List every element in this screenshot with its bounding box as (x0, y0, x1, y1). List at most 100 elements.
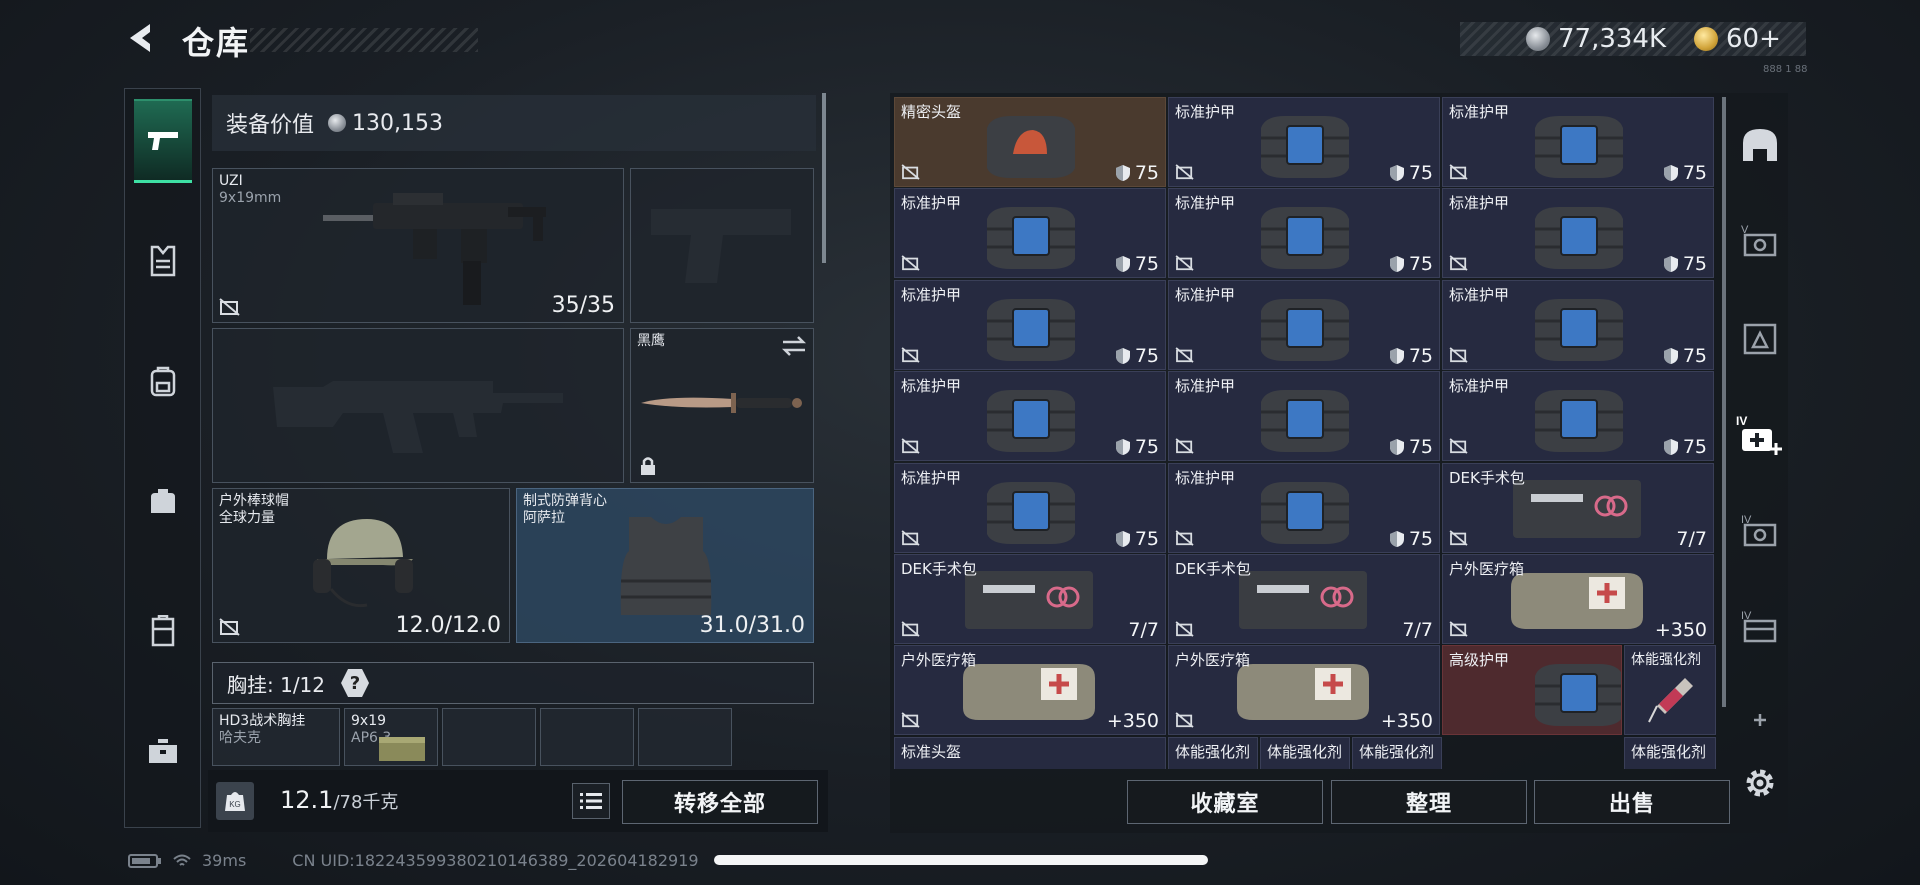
stash-item-value: 75 (1115, 345, 1159, 367)
stash-item[interactable]: 户外医疗箱 +350 (1168, 645, 1440, 736)
chest-rig-slot[interactable]: HD3战术胸挂 哈夫克 (212, 708, 340, 766)
stash-item[interactable]: DEK手术包 7/7 (894, 554, 1166, 644)
nav-toolbox[interactable] (134, 709, 192, 793)
collection-room-button[interactable]: 收藏室 (1127, 780, 1323, 824)
stash-item[interactable]: 标准护甲 75 (1168, 371, 1440, 462)
helmet-category-icon (1743, 129, 1777, 161)
weapon-ammo-count: 35/35 (551, 293, 615, 318)
title-decor (250, 28, 478, 52)
no-insurance-icon (901, 164, 920, 180)
settings-button[interactable] (1736, 759, 1784, 807)
stash-item[interactable]: 体能强化剂 (1624, 736, 1716, 769)
grid-scrollbar[interactable] (1722, 97, 1726, 707)
no-insurance-icon (901, 529, 920, 546)
v-armor-tab[interactable]: V (1736, 217, 1784, 265)
injector-image (1648, 678, 1693, 723)
back-button[interactable] (122, 18, 162, 58)
list-view-button[interactable] (572, 783, 610, 819)
stash-item-name: 标准护甲 (1449, 103, 1510, 121)
sort-button[interactable]: 整理 (1331, 780, 1527, 824)
stash-item[interactable]: 户外医疗箱 +350 (894, 645, 1166, 736)
stash-item[interactable]: 标准护甲 75 (894, 279, 1166, 370)
add-icon (1754, 714, 1766, 726)
home-indicator[interactable] (714, 855, 1208, 865)
stash-item[interactable]: 标准头盔 (894, 736, 1166, 769)
no-insurance-icon (1449, 164, 1468, 180)
chest-rig-name: HD3战术胸挂 (219, 713, 306, 729)
stash-item[interactable]: 标准护甲 75 (1442, 188, 1714, 279)
swap-icon[interactable] (781, 335, 807, 357)
cap-image (313, 519, 413, 608)
nav-case[interactable] (134, 589, 192, 673)
armor-slot[interactable]: 制式防弹背心 阿萨拉 31.0/31.0 (516, 488, 814, 643)
gold-coin-icon (1694, 27, 1718, 51)
stash-item[interactable]: 高级护甲 (1442, 645, 1622, 736)
stash-item[interactable]: 体能强化剂 (1260, 736, 1350, 769)
iv-bag-tab[interactable]: IV (1736, 603, 1784, 651)
nav-backpack[interactable] (134, 339, 192, 423)
stash-item-value: 75 (1115, 436, 1159, 458)
helmet-item-image (987, 116, 1075, 178)
stash-item[interactable]: 标准护甲 75 (1168, 188, 1440, 279)
stash-item-name: 标准头盔 (901, 742, 962, 761)
primary-weapon-slot[interactable]: UZI 9x19mm 35/35 (212, 168, 624, 323)
helmet-slot[interactable]: 户外棒球帽 全球力量 12.0/12.0 (212, 488, 510, 643)
gold-amount: 60+ (1726, 24, 1781, 54)
stash-item-name: 高级护甲 (1449, 651, 1510, 670)
armor-brand: 阿萨拉 (523, 510, 565, 526)
chest-empty-slot[interactable] (638, 708, 732, 766)
stash-item[interactable]: 标准护甲 75 (1442, 97, 1714, 187)
more-tab[interactable] (1736, 705, 1784, 735)
stash-item-injector[interactable]: 体能强化剂 (1624, 645, 1716, 736)
pistol-slot[interactable] (630, 168, 814, 323)
armor-item-image (1535, 298, 1623, 361)
chest-empty-slot[interactable] (540, 708, 634, 766)
shield-icon (1115, 165, 1130, 181)
stash-item[interactable]: 精密头盔 75 (894, 97, 1166, 187)
stash-item[interactable]: 标准护甲 75 (1442, 279, 1714, 370)
armor-level-tab[interactable] (1736, 315, 1784, 363)
weight-current: 12.1 (280, 786, 334, 814)
sell-button[interactable]: 出售 (1534, 780, 1730, 824)
stash-item-name: 标准护甲 (1175, 377, 1236, 396)
nav-bag[interactable] (134, 459, 192, 543)
no-insurance-icon (901, 255, 920, 272)
stash-item[interactable]: DEK手术包 7/7 (1442, 462, 1714, 553)
stash-item[interactable]: 标准护甲 75 (1168, 97, 1440, 187)
stash-item[interactable]: DEK手术包 7/7 (1168, 554, 1440, 644)
secondary-weapon-slot[interactable] (212, 328, 624, 483)
medical-tab[interactable]: IV (1736, 411, 1784, 459)
transfer-all-button[interactable]: 转移全部 (622, 780, 818, 824)
left-scrollbar[interactable] (822, 93, 826, 263)
no-insurance-icon (219, 618, 240, 636)
stash-item-value: 75 (1115, 528, 1159, 550)
stash-item[interactable]: 标准护甲 75 (1442, 371, 1714, 462)
stash-item-value: 75 (1663, 253, 1707, 275)
stash-item[interactable]: 标准护甲 75 (894, 188, 1166, 279)
stash-item[interactable]: 户外医疗箱 +350 (1442, 554, 1714, 644)
stash-item[interactable]: 标准护甲 75 (894, 371, 1166, 462)
helmet-category-tab[interactable] (1736, 121, 1784, 169)
gold-currency[interactable]: 60+ (1694, 22, 1781, 56)
shield-icon (1663, 165, 1678, 181)
stash-item[interactable]: 标准护甲 75 (894, 462, 1166, 553)
stash-item[interactable]: 标准护甲 75 (1168, 462, 1440, 553)
stash-item-name: 标准护甲 (1449, 194, 1510, 213)
shield-icon (1663, 256, 1678, 273)
stash-item[interactable]: 体能强化剂 (1352, 736, 1442, 769)
silver-currency[interactable]: 77,334K (1526, 22, 1666, 56)
nav-vest[interactable] (134, 219, 192, 303)
stash-item-value: 75 (1115, 162, 1159, 184)
ammo-slot[interactable]: 9x19 AP6.3 (344, 708, 438, 766)
surgery-kit-image (965, 571, 1093, 629)
stash-item[interactable]: 标准护甲 75 (1168, 279, 1440, 370)
armor-durability: 31.0/31.0 (699, 613, 805, 638)
melee-slot[interactable]: 黑鹰 (630, 328, 814, 483)
nav-weapons[interactable] (134, 99, 192, 183)
wifi-icon (173, 854, 191, 866)
chest-empty-slot[interactable] (442, 708, 536, 766)
iv-armor-tab[interactable]: IV (1736, 507, 1784, 555)
help-icon[interactable]: ? (341, 669, 370, 697)
stash-item[interactable]: 体能强化剂 (1168, 736, 1258, 769)
melee-name: 黑鹰 (637, 333, 665, 349)
